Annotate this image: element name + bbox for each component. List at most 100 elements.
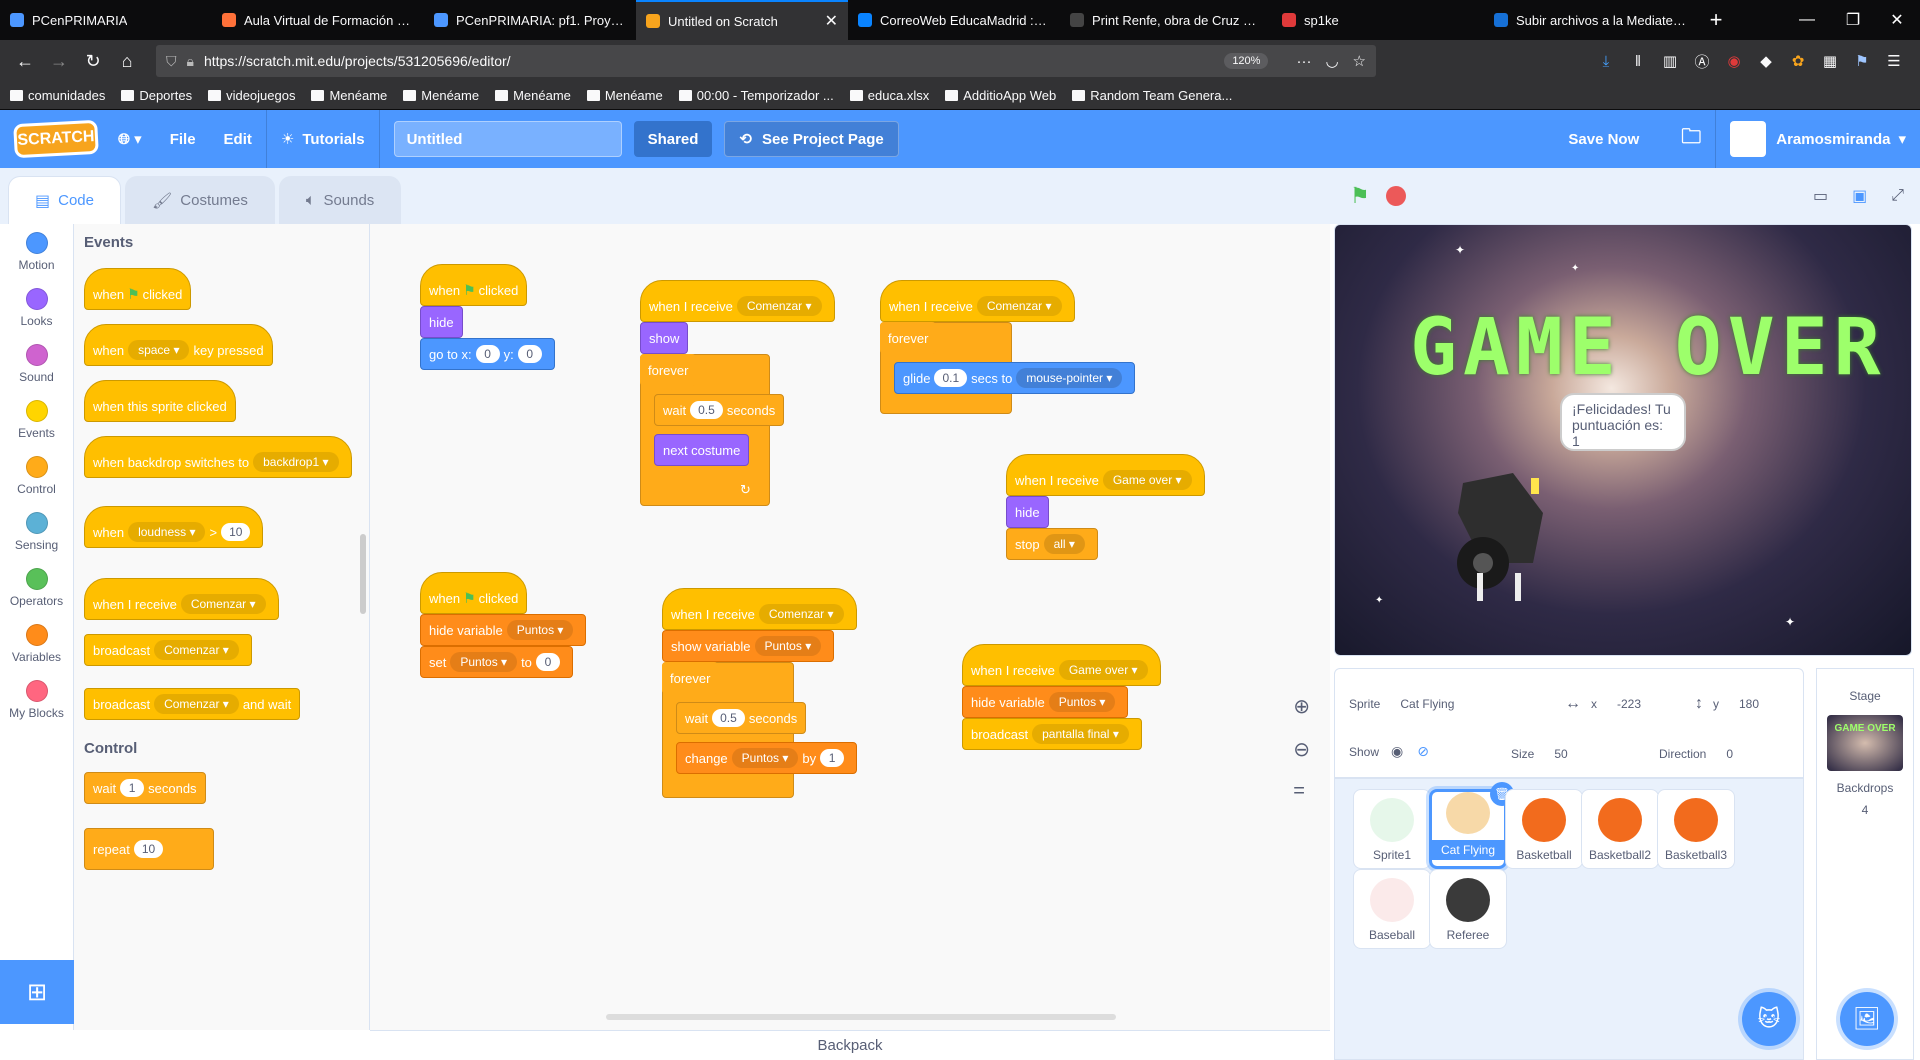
account-icon[interactable]: Ⓐ [1686,45,1718,77]
back-icon[interactable]: ← [8,44,42,78]
repeat-block[interactable]: repeat 10 [84,828,214,870]
bookmark-item[interactable]: Deportes [121,88,192,103]
add-sprite-button[interactable]: 🐱︎ [1742,992,1796,1046]
file-menu[interactable]: File [156,110,210,168]
extension-icon[interactable]: ▦ [1814,45,1846,77]
when-i-receive-block[interactable]: when I receive Comenzar ▾ [640,280,835,322]
green-flag-icon[interactable]: ⚑ [1350,183,1370,209]
fullscreen-icon[interactable]: ⤢ [1891,187,1904,205]
sidebar-icon[interactable]: ▥ [1654,45,1686,77]
language-icon[interactable]: 🌐︎ ▾ [104,110,156,168]
stop-block[interactable]: stop all ▾ [1006,528,1098,560]
category-operators[interactable]: Operators [0,560,73,616]
stop-dropdown[interactable]: all ▾ [1043,534,1085,554]
when-flag-clicked-block[interactable]: when ⚑ clicked [84,268,192,310]
x-input[interactable]: -223 [1609,693,1649,715]
bookmark-item[interactable]: Menéame [311,88,387,103]
when-i-receive-block[interactable]: when I receive Game over ▾ [962,644,1161,686]
more-icon[interactable]: ··· [1296,53,1311,70]
category-control[interactable]: Control [0,448,73,504]
browser-tab[interactable]: CorreoWeb EducaMadrid :: INBO [848,0,1060,40]
zoom-in-icon[interactable]: ⊕ [1293,694,1310,719]
stage-canvas[interactable]: GAME OVER ¡Felicidades! Tu puntuación es… [1334,224,1912,656]
broadcast-and-wait-block[interactable]: broadcast Comenzar ▾ and wait [84,688,301,720]
show-variable-block[interactable]: show variable Puntos ▾ [662,630,835,662]
star-icon[interactable]: ☆ [1353,52,1366,70]
value-input[interactable]: 10 [133,840,164,858]
glide-block[interactable]: glide 0.1 secs to mouse-pointer ▾ [894,362,1136,394]
message-dropdown[interactable]: Comenzar ▾ [976,296,1062,316]
add-extension-button[interactable]: ⊞ [0,960,74,1024]
when-i-receive-block[interactable]: when I receive Comenzar ▾ [662,588,857,630]
eye-icon[interactable]: ◉ [1391,743,1403,760]
shared-button[interactable]: Shared [633,121,713,157]
size-input[interactable]: 50 [1546,743,1575,765]
backpack[interactable]: Backpack [370,1030,1330,1060]
hide-variable-block[interactable]: hide variable Puntos ▾ [962,686,1129,718]
small-stage-icon[interactable]: ▭ [1813,186,1828,206]
bookmark-item[interactable]: videojuegos [208,88,295,103]
bookmark-item[interactable]: AdditioApp Web [945,88,1056,103]
target-dropdown[interactable]: mouse-pointer ▾ [1016,368,1123,388]
bookmark-item[interactable]: educa.xlsx [849,88,929,103]
pocket-icon[interactable]: ◡ [1325,52,1338,70]
next-costume-block[interactable]: next costume [654,434,750,466]
when-sprite-clicked-block[interactable]: when this sprite clicked [84,380,236,422]
when-i-receive-block[interactable]: when I receive Comenzar ▾ [84,578,279,620]
category-motion[interactable]: Motion [0,224,73,280]
palette-scrollbar[interactable] [360,534,366,614]
message-dropdown[interactable]: Comenzar ▾ [180,594,266,614]
stop-icon[interactable] [1385,186,1406,206]
code-workspace[interactable]: when ⚑ clicked hide go to x: 0 y: 0 when I re… [370,224,1330,1030]
zoom-reset-icon[interactable]: = [1293,780,1310,803]
backdrop-dropdown[interactable]: backdrop1 ▾ [253,452,339,472]
extension-icon[interactable]: ◆ [1750,45,1782,77]
eye-slash-icon[interactable]: ⊘ [1417,743,1429,760]
bookmark-item[interactable]: 00:00 - Temporizador ... [678,88,834,103]
when-key-pressed-block[interactable]: when space ▾ key pressed [84,324,273,366]
add-backdrop-button[interactable]: 🖼︎ [1840,992,1894,1046]
go-to-xy-block[interactable]: go to x: 0 y: 0 [420,338,555,370]
backdrop-thumbnail[interactable]: GAME OVER [1827,715,1903,771]
home-icon[interactable]: ⌂ [110,44,144,78]
sprite-thumbnail[interactable]: Basketball3 [1657,789,1735,869]
sprite-thumbnail[interactable]: Sprite1 [1353,789,1431,869]
tab-sounds[interactable]: 🔈︎ Sounds [278,176,402,224]
tab-code[interactable]: ▤ Code [8,176,121,224]
sprite-thumbnail[interactable]: Basketball2 [1581,789,1659,869]
variable-dropdown[interactable]: Puntos ▾ [506,620,574,640]
my-stuff-folder-icon[interactable]: 🗀 [1667,110,1715,168]
minimize-icon[interactable]: — [1784,0,1830,40]
close-window-icon[interactable]: ✕ [1874,0,1920,40]
extension-icon[interactable]: ⚑ [1846,45,1878,77]
variable-dropdown[interactable]: Puntos ▾ [1048,692,1116,712]
wait-seconds-block[interactable]: wait 0.5 seconds [654,394,785,426]
category-variables[interactable]: Variables [0,616,73,672]
library-icon[interactable]: ‖ [1622,45,1654,77]
message-dropdown[interactable]: Game over ▾ [1102,470,1192,490]
bookmark-item[interactable]: Menéame [403,88,479,103]
browser-tab[interactable]: PCenPRIMARIA [0,0,212,40]
hide-variable-block[interactable]: hide variable Puntos ▾ [420,614,587,646]
bookmark-item[interactable]: Menéame [495,88,571,103]
menu-icon[interactable]: ☰ [1878,45,1910,77]
value-input[interactable]: 1 [820,749,845,767]
normal-stage-icon[interactable]: ▣ [1852,186,1867,206]
when-loudness-block[interactable]: when loudness ▾ >10 [84,506,264,548]
x-input[interactable]: 0 [475,345,500,363]
when-i-receive-block[interactable]: when I receive Comenzar ▾ [880,280,1075,322]
browser-tab[interactable]: Aula Virtual de Formación en lín [212,0,424,40]
variable-dropdown[interactable]: Puntos ▾ [450,652,518,672]
message-dropdown[interactable]: Comenzar ▾ [758,604,844,624]
scratch-logo[interactable]: SCRATCH [13,119,99,159]
browser-tab[interactable]: Print Renfe, obra de Cruz Noville [1060,0,1272,40]
tutorials-button[interactable]: ☀ Tutorials [267,110,379,168]
category-sensing[interactable]: Sensing [0,504,73,560]
key-dropdown[interactable]: space ▾ [128,340,190,360]
wait-seconds-block[interactable]: wait 0.5 seconds [676,702,807,734]
seconds-input[interactable]: 0.1 [934,369,968,387]
tab-costumes[interactable]: 🖌︎ Costumes [124,176,275,224]
bookmark-item[interactable]: Menéame [586,88,663,103]
restore-icon[interactable]: ❐ [1830,0,1876,40]
extension-icon[interactable]: ✿ [1782,45,1814,77]
